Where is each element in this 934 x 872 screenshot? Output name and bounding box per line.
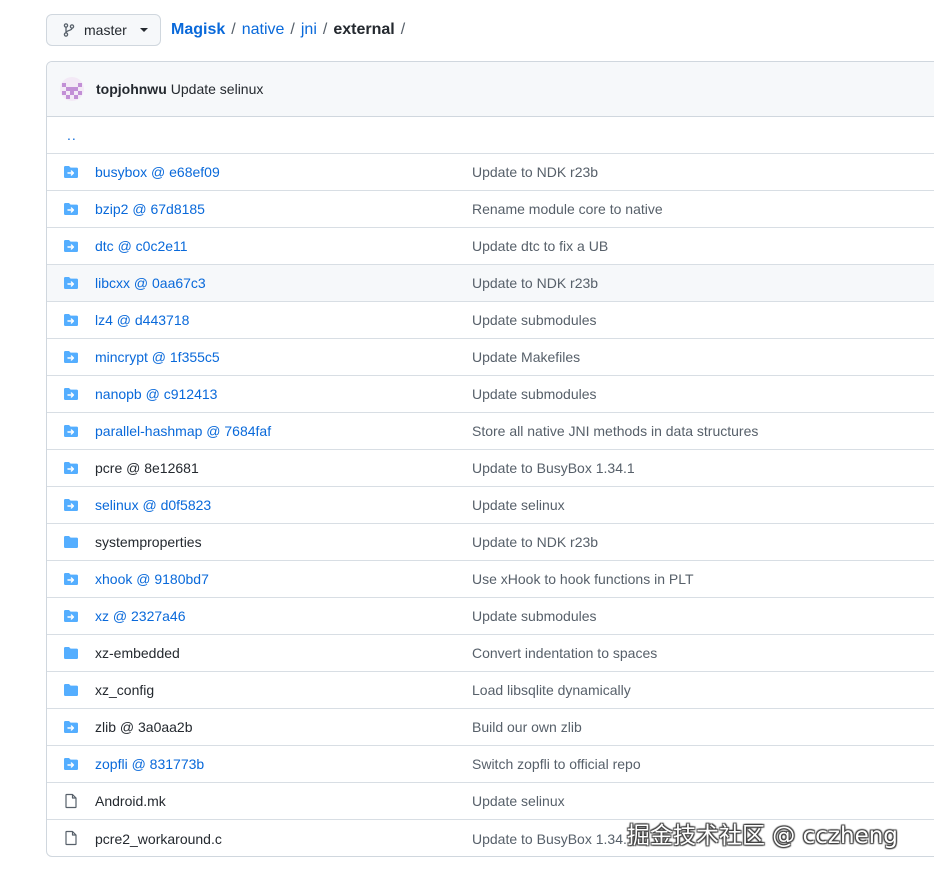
submodule-folder-icon xyxy=(63,164,79,180)
commit-message-link[interactable]: Update selinux xyxy=(171,81,264,97)
top-bar: master Magisk / native / jni / external … xyxy=(46,13,411,47)
folder-icon xyxy=(63,534,79,550)
breadcrumb: Magisk / native / jni / external / xyxy=(171,21,411,39)
breadcrumb-repo-link[interactable]: Magisk xyxy=(171,21,225,39)
table-row[interactable]: busybox @ e68ef09 Update to NDK r23b xyxy=(47,154,934,191)
file-name-link[interactable]: lz4 @ d443718 xyxy=(95,312,189,328)
commit-message-link[interactable]: Update to BusyBox 1.34.1 xyxy=(472,460,635,476)
file-icon xyxy=(63,830,79,846)
submodule-folder-icon xyxy=(63,719,79,735)
breadcrumb-separator: / xyxy=(290,21,295,38)
table-row[interactable]: xz-embedded Convert indentation to spaces xyxy=(47,635,934,672)
breadcrumb-separator: / xyxy=(322,21,328,38)
table-row[interactable]: parallel-hashmap @ 7684faf Store all nati… xyxy=(47,413,934,450)
breadcrumb-separator: / xyxy=(231,21,236,38)
submodule-folder-icon xyxy=(63,460,79,476)
commit-message-link[interactable]: Update dtc to fix a UB xyxy=(472,238,608,254)
table-row[interactable]: bzip2 @ 67d8185 Rename module core to nat… xyxy=(47,191,934,228)
submodule-folder-icon xyxy=(63,497,79,513)
breadcrumb-native-link[interactable]: native xyxy=(242,21,285,39)
branch-label: master xyxy=(84,22,127,38)
table-row[interactable]: systemproperties Update to NDK r23b xyxy=(47,524,934,561)
commit-message-link[interactable]: Switch zopfli to official repo xyxy=(472,756,641,772)
table-row[interactable]: xhook @ 9180bd7 Use xHook to hook functio… xyxy=(47,561,934,598)
file-name-link[interactable]: Android.mk xyxy=(95,793,166,809)
file-icon xyxy=(63,793,79,809)
file-name-link[interactable]: xhook @ 9180bd7 xyxy=(95,571,209,587)
table-row[interactable]: xz_config Load libsqlite dynamically xyxy=(47,672,934,709)
branch-select-button[interactable]: master xyxy=(46,14,161,46)
file-name-link[interactable]: bzip2 @ 67d8185 xyxy=(95,201,205,217)
submodule-folder-icon xyxy=(63,238,79,254)
commit-message-link[interactable]: Update submodules xyxy=(472,312,597,328)
table-row[interactable]: dtc @ c0c2e11 Update dtc to fix a UB xyxy=(47,228,934,265)
file-name-link[interactable]: busybox @ e68ef09 xyxy=(95,164,220,180)
submodule-folder-icon xyxy=(63,608,79,624)
file-name-link[interactable]: nanopb @ c912413 xyxy=(95,386,217,402)
file-name-link[interactable]: xz_config xyxy=(95,682,154,698)
submodule-folder-icon xyxy=(63,386,79,402)
submodule-folder-icon xyxy=(63,201,79,217)
submodule-folder-icon xyxy=(63,349,79,365)
commit-message-link[interactable]: Update selinux xyxy=(472,497,565,513)
watermark-text: 掘金技术社区 @ cczheng xyxy=(627,823,898,849)
file-name-link[interactable]: mincrypt @ 1f355c5 xyxy=(95,349,220,365)
file-name-link[interactable]: dtc @ c0c2e11 xyxy=(95,238,188,254)
file-name-link[interactable]: selinux @ d0f5823 xyxy=(95,497,211,513)
file-name-link[interactable]: zlib @ 3a0aa2b xyxy=(95,719,193,735)
table-row[interactable]: lz4 @ d443718 Update submodules xyxy=(47,302,934,339)
submodule-folder-icon xyxy=(63,756,79,772)
breadcrumb-separator: / xyxy=(400,21,406,38)
commit-message-link[interactable]: Update to NDK r23b xyxy=(472,164,598,180)
commit-message-link[interactable]: Rename module core to native xyxy=(472,201,663,217)
submodule-folder-icon xyxy=(63,275,79,291)
table-row[interactable]: zlib @ 3a0aa2b Build our own zlib xyxy=(47,709,934,746)
parent-directory-link[interactable]: .. xyxy=(67,127,77,143)
parent-directory-row[interactable]: .. xyxy=(47,117,934,154)
table-row[interactable]: mincrypt @ 1f355c5 Update Makefiles xyxy=(47,339,934,376)
folder-icon xyxy=(63,682,79,698)
commit-message-link[interactable]: Update to BusyBox 1.34.1 xyxy=(472,831,635,847)
latest-commit-header: topjohnwu Update selinux xyxy=(47,62,934,117)
commit-message-link[interactable]: Update to NDK r23b xyxy=(472,534,598,550)
table-row[interactable]: zopfli @ 831773b Switch zopfli to officia… xyxy=(47,746,934,783)
table-row[interactable]: Android.mk Update selinux xyxy=(47,783,934,820)
file-name-link[interactable]: pcre2_workaround.c xyxy=(95,831,222,847)
git-branch-icon xyxy=(61,22,77,38)
table-row[interactable]: xz @ 2327a46 Update submodules xyxy=(47,598,934,635)
commit-message-link[interactable]: Use xHook to hook functions in PLT xyxy=(472,571,694,587)
commit-message-link[interactable]: Convert indentation to spaces xyxy=(472,645,657,661)
table-row[interactable]: nanopb @ c912413 Update submodules xyxy=(47,376,934,413)
file-name-link[interactable]: systemproperties xyxy=(95,534,202,550)
breadcrumb-jni-link[interactable]: jni xyxy=(301,21,317,39)
file-name-link[interactable]: zopfli @ 831773b xyxy=(95,756,204,772)
submodule-folder-icon xyxy=(63,423,79,439)
file-list: busybox @ e68ef09 Update to NDK r23b bzip… xyxy=(47,154,934,856)
commit-message-link[interactable]: Update submodules xyxy=(472,608,597,624)
file-name-link[interactable]: parallel-hashmap @ 7684faf xyxy=(95,423,271,439)
commit-author-link[interactable]: topjohnwu xyxy=(96,81,167,97)
table-row[interactable]: pcre @ 8e12681 Update to BusyBox 1.34.1 xyxy=(47,450,934,487)
file-name-link[interactable]: libcxx @ 0aa67c3 xyxy=(95,275,206,291)
commit-message-link[interactable]: Update selinux xyxy=(472,793,565,809)
commit-message-link[interactable]: Build our own zlib xyxy=(472,719,582,735)
file-name-link[interactable]: pcre @ 8e12681 xyxy=(95,460,199,476)
avatar[interactable] xyxy=(60,77,84,101)
table-row[interactable]: libcxx @ 0aa67c3 Update to NDK r23b xyxy=(47,265,934,302)
commit-message-link[interactable]: Store all native JNI methods in data str… xyxy=(472,423,758,439)
file-name-link[interactable]: xz @ 2327a46 xyxy=(95,608,186,624)
table-row[interactable]: selinux @ d0f5823 Update selinux xyxy=(47,487,934,524)
submodule-folder-icon xyxy=(63,312,79,328)
commit-message-link[interactable]: Update submodules xyxy=(472,386,597,402)
submodule-folder-icon xyxy=(63,571,79,587)
chevron-down-icon xyxy=(140,28,148,32)
file-name-link[interactable]: xz-embedded xyxy=(95,645,180,661)
folder-icon xyxy=(63,645,79,661)
commit-message-link[interactable]: Update to NDK r23b xyxy=(472,275,598,291)
file-browser: topjohnwu Update selinux .. busybox @ e6… xyxy=(46,61,934,857)
commit-message-link[interactable]: Update Makefiles xyxy=(472,349,580,365)
breadcrumb-current: external xyxy=(333,21,395,38)
commit-message-link[interactable]: Load libsqlite dynamically xyxy=(472,682,631,698)
